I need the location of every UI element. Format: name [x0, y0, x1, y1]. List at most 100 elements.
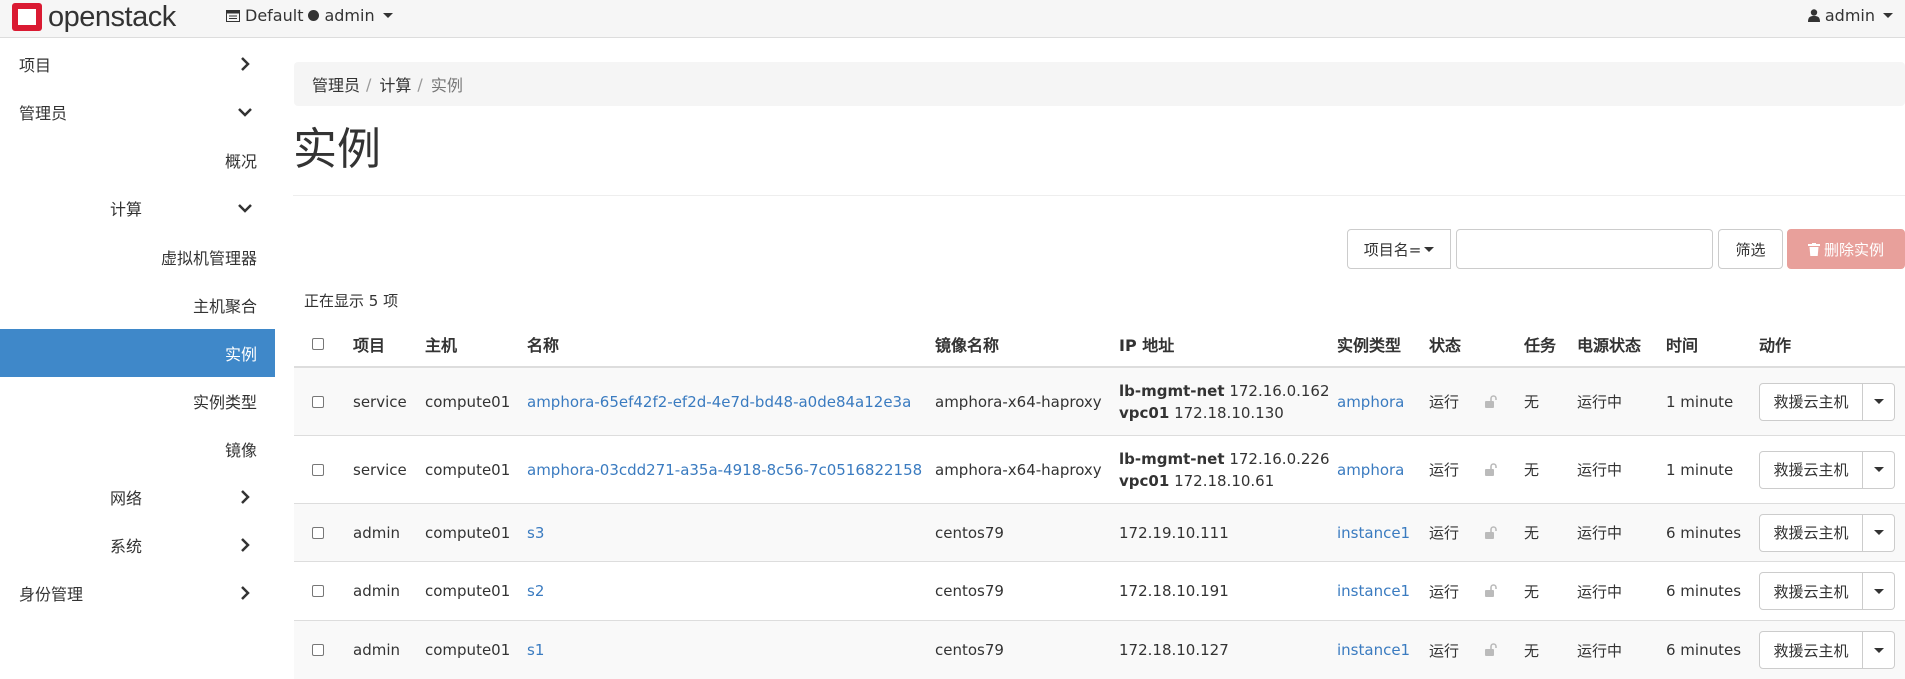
logo-text: openstack	[48, 1, 176, 33]
column-header-host[interactable]: 主机	[425, 322, 457, 366]
column-header-task[interactable]: 任务	[1524, 322, 1556, 366]
row-checkbox[interactable]	[312, 463, 324, 476]
sidebar-item-overview[interactable]: 概况	[0, 136, 275, 184]
cell-ip: 172.18.10.127	[1119, 641, 1229, 659]
filter-input[interactable]	[1456, 229, 1713, 269]
sidebar-item-label: 网络	[110, 489, 143, 508]
filter-button[interactable]: 筛选	[1718, 229, 1783, 269]
cell-actions: 救援云主机	[1759, 504, 1895, 561]
cell-time: 1 minute	[1666, 392, 1734, 411]
lock-icon[interactable]	[1484, 462, 1498, 477]
sidebar-item-hypervisors[interactable]: 虚拟机管理器	[0, 233, 275, 281]
row-action-group: 救援云主机	[1759, 572, 1895, 610]
sidebar-item-instances[interactable]: 实例	[0, 329, 275, 377]
cell-image: centos79	[935, 641, 1004, 659]
more-actions-dropdown[interactable]	[1863, 513, 1895, 552]
more-actions-dropdown[interactable]	[1863, 572, 1895, 610]
sidebar-item-admin[interactable]: 管理员	[0, 88, 275, 136]
chevron-right-icon	[241, 538, 250, 552]
cell-status: 运行	[1429, 582, 1460, 601]
column-header-status[interactable]: 状态	[1429, 322, 1461, 366]
openstack-logo[interactable]: openstack	[12, 1, 176, 33]
column-header-power[interactable]: 电源状态	[1577, 322, 1641, 366]
table-row: service compute01 amphora-65ef42f2-ef2d-…	[294, 368, 1905, 436]
flavor-link[interactable]: instance1	[1337, 562, 1410, 620]
chevron-down-icon	[238, 108, 252, 117]
cell-power: 运行中	[1577, 524, 1623, 542]
sidebar-item-flavors[interactable]: 实例类型	[0, 377, 275, 425]
caret-down-icon	[1883, 13, 1893, 18]
lock-icon[interactable]	[1484, 643, 1498, 657]
select-all-checkbox[interactable]	[312, 338, 324, 350]
rescue-instance-button[interactable]: 救援云主机	[1759, 513, 1863, 552]
flavor-link[interactable]: instance1	[1337, 621, 1410, 679]
lock-icon[interactable]	[1484, 525, 1498, 540]
sidebar-item-project[interactable]: 项目	[0, 40, 275, 88]
row-checkbox[interactable]	[312, 585, 324, 597]
instance-name-link[interactable]: amphora-03cdd271-a35a-4918-8c56-7c051682…	[527, 436, 922, 503]
breadcrumb-separator: /	[366, 74, 372, 94]
flavor-link[interactable]: amphora	[1337, 436, 1404, 503]
sidebar-item-images[interactable]: 镜像	[0, 425, 275, 473]
column-header-image[interactable]: 镜像名称	[935, 322, 999, 366]
domain-name: Default	[245, 6, 304, 25]
row-checkbox[interactable]	[312, 526, 324, 539]
caret-down-icon	[1873, 399, 1884, 404]
sidebar-item-system[interactable]: 系统	[0, 521, 275, 569]
cell-power: 运行中	[1577, 582, 1623, 601]
sidebar-item-host-aggregates[interactable]: 主机聚合	[0, 281, 275, 329]
chevron-right-icon	[241, 57, 250, 71]
chevron-right-icon	[241, 490, 250, 504]
column-header-time[interactable]: 时间	[1666, 322, 1698, 366]
cell-image: amphora-x64-haproxy	[935, 392, 1102, 411]
filter-field-dropdown[interactable]: 项目名=	[1347, 229, 1451, 269]
top-navbar: openstack Default admin admin	[0, 0, 1905, 38]
cell-actions: 救援云主机	[1759, 621, 1895, 679]
row-checkbox[interactable]	[312, 644, 324, 656]
rescue-instance-button[interactable]: 救援云主机	[1759, 572, 1863, 610]
instance-name-link[interactable]: s1	[527, 621, 544, 679]
sidebar-item-identity[interactable]: 身份管理	[0, 569, 275, 617]
user-menu[interactable]: admin	[1807, 6, 1893, 25]
sidebar-item-compute[interactable]: 计算	[0, 184, 275, 232]
column-header-flavor[interactable]: 实例类型	[1337, 322, 1401, 366]
cell-status: 运行	[1429, 461, 1460, 479]
column-header-actions: 动作	[1759, 336, 1792, 355]
sidebar-item-label: 实例	[224, 345, 257, 364]
more-actions-dropdown[interactable]	[1863, 382, 1895, 421]
user-icon	[1807, 9, 1820, 22]
cell-actions: 救援云主机	[1759, 436, 1895, 503]
ip-address: 172.18.10.61	[1174, 471, 1275, 490]
breadcrumb-item-admin[interactable]: 管理员	[312, 72, 360, 96]
flavor-link[interactable]: instance1	[1337, 504, 1410, 561]
cell-host: compute01	[425, 392, 511, 411]
delete-instances-button[interactable]: 删除实例	[1787, 229, 1905, 269]
rescue-instance-button[interactable]: 救援云主机	[1759, 382, 1863, 421]
row-action-group: 救援云主机	[1759, 513, 1895, 552]
caret-down-icon	[1873, 530, 1884, 535]
project-name: admin	[324, 6, 375, 25]
cell-power: 运行中	[1577, 393, 1623, 411]
caret-down-icon	[1424, 246, 1435, 252]
project-selector[interactable]: Default admin	[226, 6, 393, 25]
cell-status: 运行	[1429, 524, 1460, 542]
row-checkbox[interactable]	[312, 395, 324, 408]
instance-name-link[interactable]: amphora-65ef42f2-ef2d-4e7d-bd48-a0de84a1…	[527, 368, 911, 435]
lock-icon[interactable]	[1484, 394, 1498, 409]
breadcrumb-item-compute[interactable]: 计算	[379, 72, 411, 96]
rescue-instance-button[interactable]: 救援云主机	[1759, 631, 1863, 669]
row-action-group: 救援云主机	[1759, 382, 1895, 421]
rescue-instance-button[interactable]: 救援云主机	[1759, 450, 1863, 489]
sidebar-item-network[interactable]: 网络	[0, 473, 275, 521]
more-actions-dropdown[interactable]	[1863, 450, 1895, 489]
project-selector-icon	[226, 9, 240, 22]
column-header-ip[interactable]: IP 地址	[1119, 322, 1174, 366]
lock-icon[interactable]	[1484, 584, 1498, 598]
more-actions-dropdown[interactable]	[1863, 631, 1895, 669]
instance-name-link[interactable]: s2	[527, 562, 544, 620]
cell-host: compute01	[425, 460, 511, 479]
flavor-link[interactable]: amphora	[1337, 368, 1404, 435]
column-header-name[interactable]: 名称	[527, 322, 559, 366]
column-header-project[interactable]: 项目	[353, 322, 385, 366]
instance-name-link[interactable]: s3	[527, 504, 544, 561]
